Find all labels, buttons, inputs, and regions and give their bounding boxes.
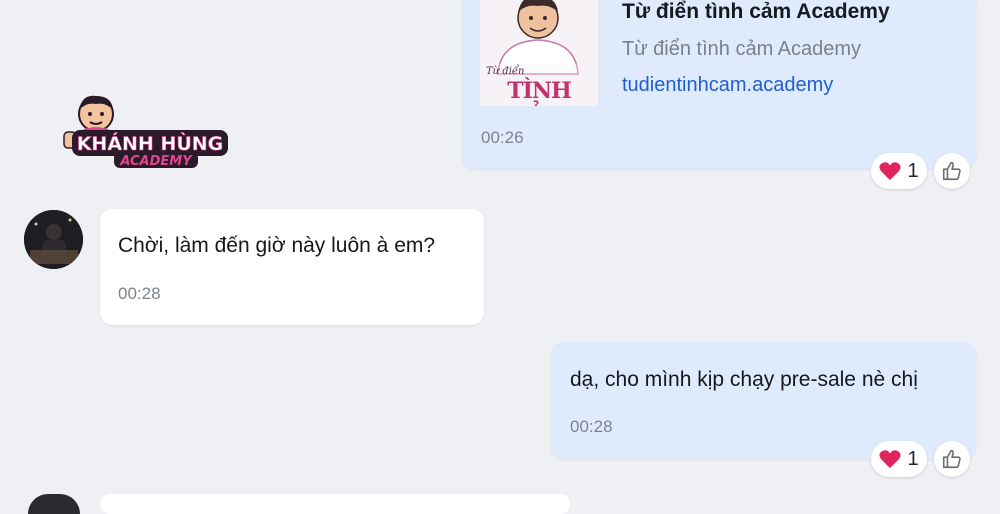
thumbs-up-icon	[941, 160, 963, 182]
incoming-message-time: 00:28	[118, 284, 161, 303]
link-message-time: 00:26	[481, 128, 524, 147]
reaction-pill[interactable]: 1	[871, 441, 927, 477]
reaction-count: 1	[907, 447, 919, 470]
link-url[interactable]: tudientinhcam.academy	[622, 74, 833, 97]
thumbnail-big-text: TÌNH CẢM	[507, 78, 572, 106]
incoming-message-bubble[interactable]	[100, 209, 484, 325]
reaction-count: 1	[907, 159, 919, 182]
outgoing-message-text: dạ, cho mình kịp chạy pre-sale nè chị	[570, 368, 918, 391]
link-subtitle: Từ điển tình cảm Academy	[622, 38, 862, 60]
like-button[interactable]	[934, 441, 970, 477]
heart-icon	[879, 161, 901, 181]
avatar[interactable]	[28, 494, 80, 514]
thumbnail-small-text: Từ điển	[486, 66, 525, 77]
reaction-pill[interactable]: 1	[871, 153, 927, 189]
logo-text-line2: ACADEMY	[119, 154, 193, 169]
heart-icon	[879, 449, 901, 469]
academy-logo: KHÁNH HÙNG ACADEMY	[60, 92, 232, 170]
thumbs-up-icon	[941, 448, 963, 470]
outgoing-message-time: 00:28	[570, 417, 613, 436]
avatar[interactable]	[24, 210, 83, 269]
logo-text-line1: KHÁNH HÙNG	[77, 131, 224, 155]
link-thumbnail[interactable]: Từ điển TÌNH CẢM	[480, 0, 598, 106]
incoming-message-text: Chời, làm đến giờ này luôn à em?	[118, 234, 436, 257]
incoming-message-bubble[interactable]	[100, 494, 570, 514]
like-button[interactable]	[934, 153, 970, 189]
link-title[interactable]: Từ điển tình cảm Academy	[622, 0, 890, 24]
